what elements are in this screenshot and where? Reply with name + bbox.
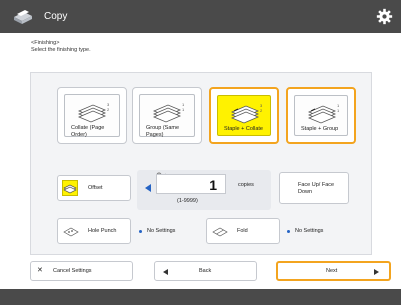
hole-punch-button[interactable]: Hole Punch <box>57 218 131 244</box>
fold-status: No Settings <box>295 228 324 234</box>
collate-icon: 32 <box>77 102 110 123</box>
close-icon: ✕ <box>37 267 43 274</box>
back-button[interactable]: Back <box>154 261 257 281</box>
offset-icon <box>63 184 77 194</box>
face-up-down-button[interactable]: Face Up/ Face Down <box>279 172 349 204</box>
breadcrumb: <Finishing> Select the finishing type. <box>31 40 91 54</box>
collate-label: Collate (Page Order) <box>71 125 105 138</box>
group-icon: 11 <box>152 102 185 123</box>
fold-marker-icon <box>287 230 290 233</box>
hole-punch-marker-icon <box>139 230 142 233</box>
back-label: Back <box>199 268 212 274</box>
staple-group-label: Staple + Group <box>301 126 339 132</box>
svg-text:1: 1 <box>182 107 185 112</box>
staple-group-icon: 11 <box>307 103 340 124</box>
collate-button[interactable]: 32 Collate (Page Order) <box>57 87 127 144</box>
fold-label: Fold <box>237 228 248 234</box>
group-button-face: 11 Group (Same Pages) <box>139 94 195 138</box>
staple-collate-icon: 32 <box>230 103 263 124</box>
hole-punch-label: Hole Punch <box>88 228 117 234</box>
staple-collate-button-face: 32 Staple + Collate <box>217 95 271 136</box>
staple-collate-button[interactable]: 32 Staple + Collate <box>209 87 279 144</box>
next-arrow-icon <box>374 269 379 275</box>
instruction-text: Select the finishing type. <box>31 47 91 53</box>
back-arrow-icon <box>163 269 168 275</box>
collate-button-face: 32 Collate (Page Order) <box>64 94 120 138</box>
cancel-settings-label: Cancel Settings <box>53 268 92 274</box>
fold-button[interactable]: Fold <box>206 218 280 244</box>
copies-range: (1-9999) <box>177 198 198 204</box>
bottom-bar <box>0 289 401 305</box>
copies-input[interactable]: 1 <box>156 174 226 194</box>
staple-group-button[interactable]: 11 Staple + Group <box>286 87 356 144</box>
staple-collate-label: Staple + Collate <box>224 126 263 132</box>
copy-icon <box>14 10 32 24</box>
top-bar: Copy <box>0 0 401 33</box>
offset-label: Offset <box>88 185 103 191</box>
group-label: Group (Same Pages) <box>146 125 180 138</box>
gear-icon[interactable] <box>376 8 393 25</box>
offset-icon-box <box>62 180 78 196</box>
svg-text:2: 2 <box>107 107 110 112</box>
copies-value: 1 <box>209 177 217 193</box>
svg-text:2: 2 <box>260 108 263 113</box>
hole-punch-icon <box>63 227 79 237</box>
next-label: Next <box>326 268 338 274</box>
cancel-settings-button[interactable]: ✕ Cancel Settings <box>30 261 133 281</box>
copies-unit: copies <box>238 182 254 188</box>
fold-icon <box>212 227 228 237</box>
next-button[interactable]: Next <box>276 261 391 281</box>
group-button[interactable]: 11 Group (Same Pages) <box>132 87 202 144</box>
left-arrow-icon[interactable] <box>145 184 151 192</box>
hole-punch-status: No Settings <box>147 228 176 234</box>
app-title: Copy <box>44 11 68 22</box>
svg-text:1: 1 <box>337 108 340 113</box>
staple-group-button-face: 11 Staple + Group <box>294 95 348 136</box>
offset-button[interactable]: Offset <box>57 175 131 201</box>
breadcrumb-title: <Finishing> <box>31 40 60 46</box>
face-label: Face Up/ Face Down <box>298 182 335 195</box>
